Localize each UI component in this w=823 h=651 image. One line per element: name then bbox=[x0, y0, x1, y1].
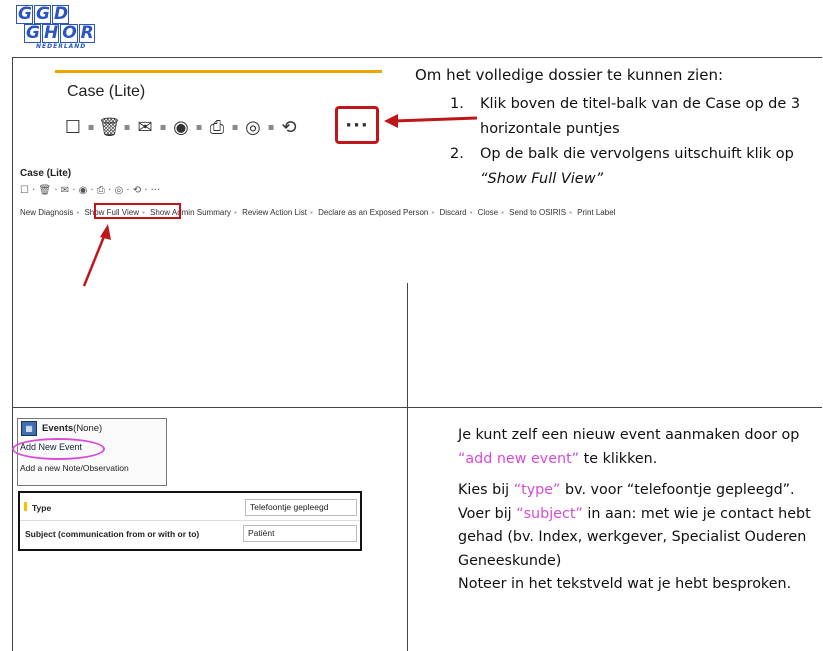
events-icon: ▦ bbox=[21, 421, 37, 436]
instructions-heading: Om het volledige dossier te kunnen zien: bbox=[415, 66, 724, 84]
instruction-step-1: 1. Klik boven de titel-balk van de Case … bbox=[450, 96, 801, 137]
required-marker bbox=[24, 502, 27, 511]
eye-icon[interactable]: ◉ bbox=[170, 117, 192, 138]
logo-row-1: GGD bbox=[16, 4, 70, 24]
case-card-accent bbox=[55, 70, 382, 73]
case-toolbar: ☐ ▪ 🗑 ▪ ✉ ▪ ◉ ▪ ⎙ ▪ ◎ ▪ ⟲ bbox=[62, 114, 362, 140]
record-icon[interactable]: ◎ bbox=[242, 117, 264, 138]
table-left-border bbox=[12, 57, 13, 651]
table-top-border bbox=[12, 57, 822, 58]
case-title-small: Case (Lite) bbox=[20, 168, 72, 179]
case-title: Case (Lite) bbox=[67, 83, 146, 100]
events-heading: ▦ Events (None) bbox=[21, 421, 102, 436]
subject-field[interactable]: Patiënt bbox=[243, 525, 357, 542]
toolbar-separator: ▪ bbox=[87, 121, 95, 133]
show-full-view-highlight bbox=[94, 203, 181, 219]
toolbar-separator: ▪ bbox=[195, 121, 203, 133]
logo-row-2: GHOR bbox=[24, 23, 95, 43]
add-new-event-link[interactable]: Add New Event bbox=[20, 442, 82, 452]
events-para-3: Voer bij “subject” in aan: met wie je co… bbox=[458, 505, 811, 569]
action-new-diagnosis[interactable]: New Diagnosis bbox=[20, 208, 73, 217]
action-close[interactable]: Close bbox=[478, 208, 498, 217]
more-options-button[interactable]: ··· bbox=[335, 106, 379, 144]
events-para-2: Kies bij “type” bv. voor “telefoontje ge… bbox=[458, 482, 795, 498]
action-declare-exposed-person[interactable]: Declare as an Exposed Person bbox=[318, 208, 428, 217]
print-icon[interactable]: ⎙ bbox=[206, 117, 228, 138]
action-print-label[interactable]: Print Label bbox=[577, 208, 615, 217]
type-label: Type bbox=[32, 503, 52, 513]
history-icon[interactable]: ⟲ bbox=[278, 117, 300, 138]
case-toolbar-small: ☐ · 🗑 · ✉ · ◉ · ⎙ · ◎ · ⟲ · ··· bbox=[20, 185, 161, 196]
mail-icon[interactable]: ✉ bbox=[134, 117, 156, 138]
table-divider-lower bbox=[407, 407, 408, 651]
form-divider bbox=[20, 520, 360, 521]
action-send-to-osiris[interactable]: Send to OSIRIS bbox=[509, 208, 566, 217]
events-instructions: Je kunt zelf een nieuw event aanmaken do… bbox=[458, 424, 818, 597]
add-note-link[interactable]: Add a new Note/Observation bbox=[20, 463, 129, 473]
action-discard[interactable]: Discard bbox=[439, 208, 466, 217]
instruction-step-2: 2. Op de balk die vervolgens uitschuift … bbox=[450, 146, 794, 187]
red-arrow-up-icon bbox=[82, 224, 111, 287]
more-horizontal-icon: ··· bbox=[345, 114, 369, 136]
action-review-action-list[interactable]: Review Action List bbox=[242, 208, 307, 217]
bookmark-icon[interactable]: ☐ bbox=[62, 117, 84, 138]
table-middle-border bbox=[12, 407, 822, 408]
subject-label: Subject (communication from or with or t… bbox=[25, 529, 200, 539]
events-para-4: Noteer in het tekstveld wat je hebt besp… bbox=[458, 576, 792, 592]
type-field[interactable]: Telefoontje gepleegd bbox=[245, 499, 357, 516]
trash-icon[interactable]: 🗑 bbox=[98, 117, 121, 138]
toolbar-separator: ▪ bbox=[159, 121, 167, 133]
toolbar-separator: ▪ bbox=[231, 121, 239, 133]
instructions-list: 1. Klik boven de titel-balk van de Case … bbox=[450, 92, 820, 192]
ggd-ghor-logo: GGD GHOR NEDERLAND bbox=[16, 4, 98, 50]
logo-subtitle: NEDERLAND bbox=[36, 43, 87, 50]
toolbar-separator: ▪ bbox=[267, 121, 275, 133]
table-divider-upper bbox=[407, 283, 408, 407]
events-para-1: Je kunt zelf een nieuw event aanmaken do… bbox=[458, 427, 800, 467]
toolbar-separator: ▪ bbox=[123, 121, 131, 133]
